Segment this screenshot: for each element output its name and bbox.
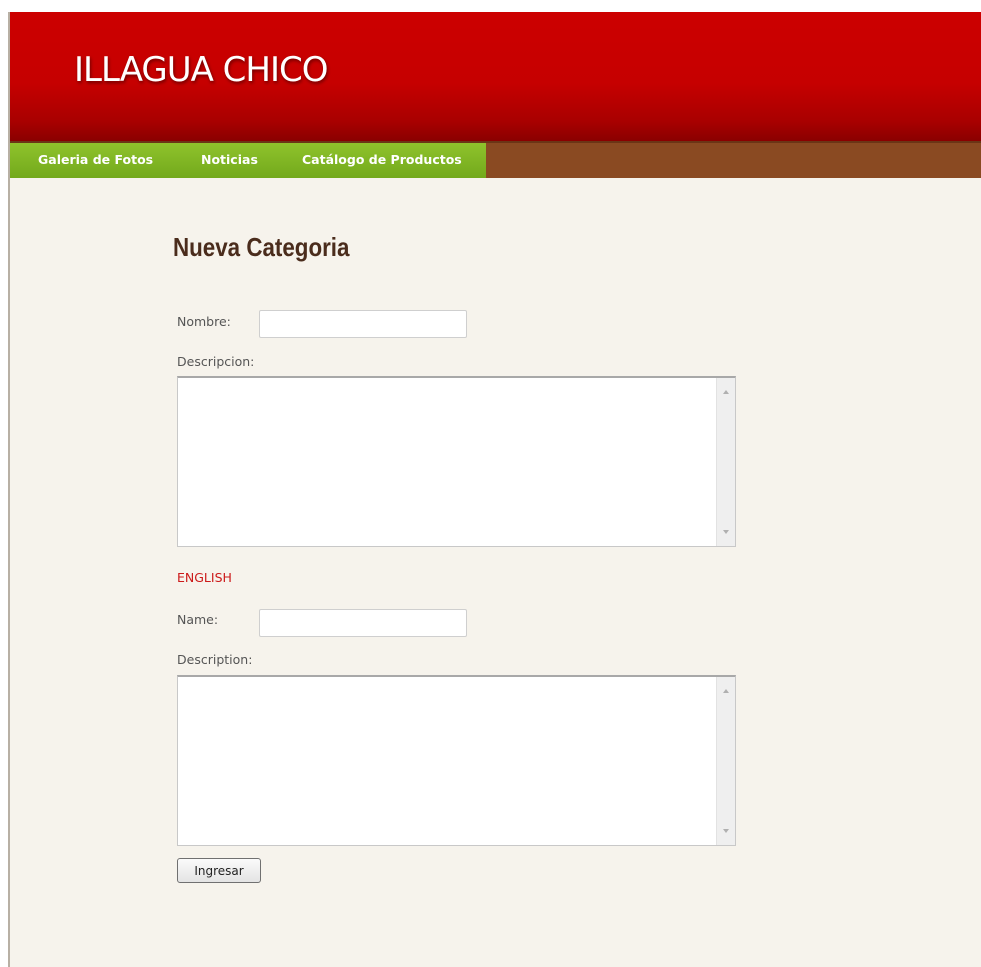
nav-item-galeria-de-fotos[interactable]: Galeria de Fotos xyxy=(38,152,153,167)
scroll-down-arrow-icon[interactable] xyxy=(723,829,729,833)
nav-menu-bar: Galeria de Fotos Noticias Catálogo de Pr… xyxy=(10,143,486,178)
description-label: Description: xyxy=(177,652,253,667)
site-header: ILLAGUA CHICO xyxy=(10,12,981,141)
description-scrollbar[interactable] xyxy=(716,677,735,845)
ingresar-button[interactable]: Ingresar xyxy=(177,858,261,883)
site-title: ILLAGUA CHICO xyxy=(74,50,328,90)
english-section-heading: ENGLISH xyxy=(177,570,232,585)
main-nav: Galeria de Fotos Noticias Catálogo de Pr… xyxy=(10,141,981,178)
scroll-up-arrow-icon[interactable] xyxy=(723,390,729,394)
name-label: Name: xyxy=(177,612,219,627)
page-frame: ILLAGUA CHICO Galeria de Fotos Noticias … xyxy=(8,12,981,967)
nav-item-catalogo-de-productos[interactable]: Catálogo de Productos xyxy=(302,152,462,167)
descripcion-textarea[interactable] xyxy=(177,376,736,547)
page-title: Nueva Categoria xyxy=(173,232,350,262)
nombre-label: Nombre: xyxy=(177,314,231,329)
nombre-input[interactable] xyxy=(259,310,467,338)
descripcion-scrollbar[interactable] xyxy=(716,378,735,546)
scroll-down-arrow-icon[interactable] xyxy=(723,530,729,534)
nav-item-noticias[interactable]: Noticias xyxy=(201,152,258,167)
descripcion-label: Descripcion: xyxy=(177,354,255,369)
scroll-up-arrow-icon[interactable] xyxy=(723,689,729,693)
description-textarea[interactable] xyxy=(177,675,736,846)
name-input[interactable] xyxy=(259,609,467,637)
